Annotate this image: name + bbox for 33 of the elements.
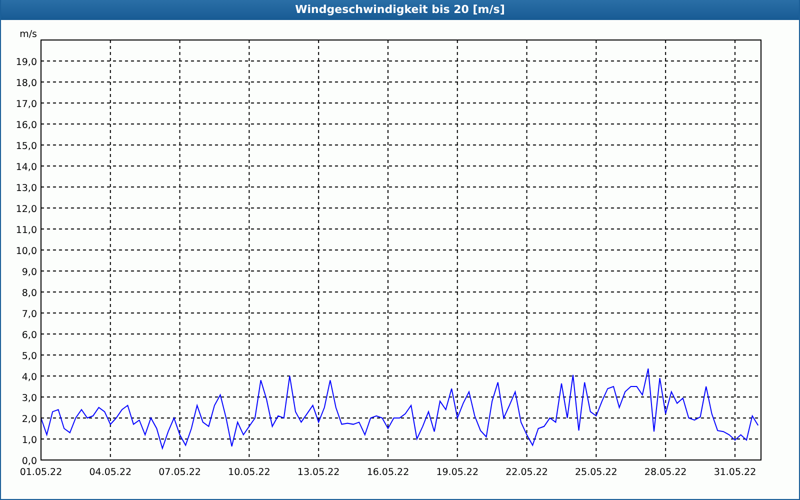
axis-tick-label: 8,0 — [22, 288, 37, 299]
axis-tick-label: 13,0 — [16, 183, 37, 194]
axis-tick-label: 6,0 — [22, 330, 37, 341]
axis-tick-label: 01.05.22 — [20, 467, 62, 478]
axis-tick-label: 16.05.22 — [366, 467, 410, 478]
axis-tick-label: 16,0 — [16, 120, 37, 131]
axis-tick-label: 07.05.22 — [158, 467, 201, 478]
axis-tick-label: 12,0 — [16, 204, 37, 215]
axis-tick-label: 0,0 — [22, 456, 37, 467]
axis-tick-label: 17,0 — [16, 99, 37, 110]
axis-tick-label: 14,0 — [16, 162, 37, 173]
axis-unit-label: m/s — [20, 29, 37, 40]
axis-tick-label: 18,0 — [16, 78, 37, 89]
axis-tick-label: 10,0 — [16, 246, 37, 257]
axis-tick-label: 13.05.22 — [297, 467, 340, 478]
axis-tick-label: 11,0 — [16, 225, 37, 236]
axis-tick-label: 9,0 — [22, 267, 37, 278]
axis-tick-label: 04.05.22 — [89, 467, 132, 478]
axis-tick-label: 10.05.22 — [228, 467, 270, 478]
axis-tick-label: 2,0 — [22, 414, 37, 425]
axis-tick-label: 25.05.22 — [575, 467, 618, 478]
axis-tick-label: 5,0 — [22, 351, 37, 362]
axis-tick-label: 19,0 — [16, 57, 37, 68]
axis-tick-label: 1,0 — [22, 435, 37, 446]
axis-tick-label: 31.05.22 — [714, 467, 756, 478]
axis-tick-label: 3,0 — [22, 393, 37, 404]
axis-tick-label: 7,0 — [22, 309, 37, 320]
axis-tick-label: 4,0 — [22, 372, 37, 383]
axis-tick-label: 15,0 — [16, 141, 37, 152]
axis-tick-label: 22.05.22 — [506, 467, 548, 478]
window-title: Windgeschwindigkeit bis 20 [m/s] — [1, 0, 799, 20]
axis-tick-label: 28.05.22 — [644, 467, 687, 478]
axis-tick-label: 19.05.22 — [436, 467, 479, 478]
